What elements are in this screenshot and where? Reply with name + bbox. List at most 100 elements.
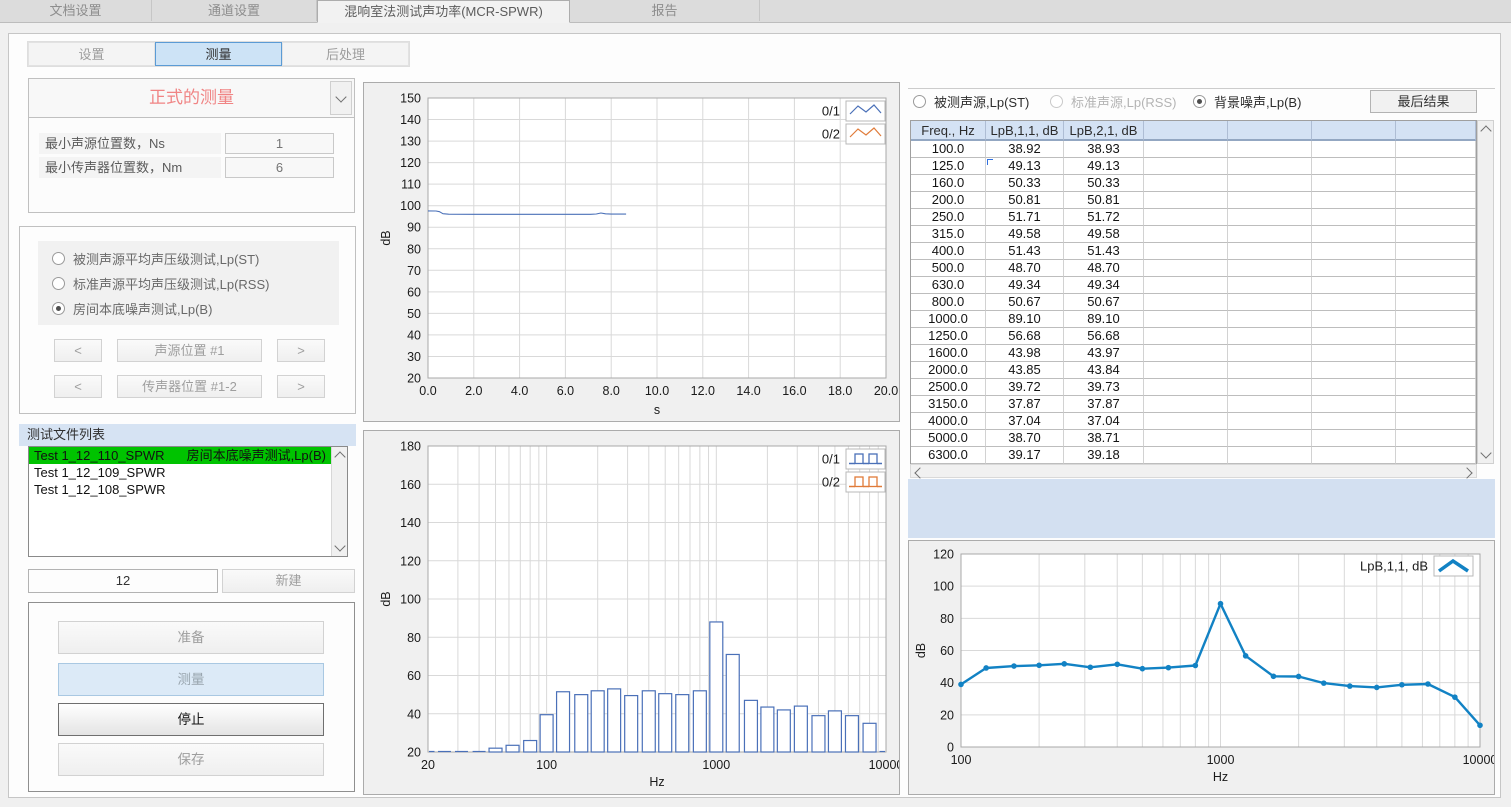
table-cell[interactable] bbox=[1228, 362, 1312, 379]
table-cell[interactable] bbox=[1228, 158, 1312, 175]
table-cell[interactable]: 49.13 bbox=[1064, 158, 1144, 175]
radio-source-lpst[interactable]: 被测声源,Lp(ST) bbox=[913, 92, 1029, 110]
table-cell[interactable]: 37.04 bbox=[986, 413, 1064, 430]
table-cell[interactable] bbox=[1144, 277, 1228, 294]
table-cell[interactable] bbox=[1144, 192, 1228, 209]
table-cell[interactable] bbox=[1144, 430, 1228, 447]
table-cell[interactable] bbox=[1312, 226, 1396, 243]
scroll-left-icon[interactable] bbox=[914, 467, 925, 478]
table-cell[interactable] bbox=[1228, 192, 1312, 209]
table-cell[interactable] bbox=[1228, 226, 1312, 243]
table-cell[interactable]: 125.0 bbox=[911, 158, 986, 175]
table-cell[interactable] bbox=[1396, 243, 1476, 260]
table-cell[interactable]: 48.70 bbox=[986, 260, 1064, 277]
position-prev-button-2[interactable]: < bbox=[54, 375, 102, 398]
list-item-3[interactable]: Test 1_12_108_SPWR bbox=[29, 481, 347, 498]
table-cell[interactable] bbox=[1396, 311, 1476, 328]
table-row[interactable]: 6300.039.1739.18 bbox=[911, 447, 1476, 464]
table-cell[interactable]: 43.97 bbox=[1064, 345, 1144, 362]
position-prev-button-1[interactable]: < bbox=[54, 339, 102, 362]
list-item-2[interactable]: Test 1_12_109_SPWR bbox=[29, 464, 347, 481]
table-cell[interactable]: 50.81 bbox=[986, 192, 1064, 209]
column-header-7[interactable] bbox=[1396, 121, 1476, 141]
last-result-button[interactable]: 最后结果 bbox=[1370, 90, 1477, 113]
scroll-up-icon[interactable] bbox=[332, 447, 347, 464]
table-cell[interactable] bbox=[1144, 345, 1228, 362]
table-cell[interactable]: 800.0 bbox=[911, 294, 986, 311]
table-cell[interactable] bbox=[1396, 430, 1476, 447]
table-cell[interactable] bbox=[1144, 328, 1228, 345]
table-cell[interactable]: 1600.0 bbox=[911, 345, 986, 362]
table-cell[interactable]: 2000.0 bbox=[911, 362, 986, 379]
column-header-2[interactable]: LpB,1,1, dB bbox=[986, 121, 1064, 141]
table-cell[interactable] bbox=[1144, 158, 1228, 175]
table-cell[interactable] bbox=[1396, 447, 1476, 464]
table-cell[interactable] bbox=[1312, 243, 1396, 260]
table-cell[interactable]: 200.0 bbox=[911, 192, 986, 209]
table-cell[interactable]: 56.68 bbox=[1064, 328, 1144, 345]
table-row[interactable]: 500.048.7048.70 bbox=[911, 260, 1476, 277]
table-cell[interactable]: 50.67 bbox=[1064, 294, 1144, 311]
new-button[interactable]: 新建 bbox=[222, 569, 355, 593]
table-cell[interactable] bbox=[1396, 158, 1476, 175]
table-cell[interactable]: 1250.0 bbox=[911, 328, 986, 345]
table-cell[interactable] bbox=[1228, 141, 1312, 158]
table-cell[interactable]: 37.04 bbox=[1064, 413, 1144, 430]
table-cell[interactable]: 5000.0 bbox=[911, 430, 986, 447]
table-cell[interactable]: 56.68 bbox=[986, 328, 1064, 345]
table-cell[interactable]: 630.0 bbox=[911, 277, 986, 294]
table-cell[interactable] bbox=[1144, 294, 1228, 311]
subtab-3[interactable]: 后处理 bbox=[282, 42, 409, 66]
table-hscrollbar[interactable] bbox=[910, 464, 1477, 478]
table-cell[interactable]: 160.0 bbox=[911, 175, 986, 192]
table-cell[interactable] bbox=[1312, 328, 1396, 345]
list-item-1[interactable]: Test 1_12_110_SPWR房间本底噪声测试,Lp(B) bbox=[29, 447, 347, 464]
table-cell[interactable] bbox=[1312, 311, 1396, 328]
table-vscrollbar[interactable] bbox=[1477, 120, 1494, 464]
table-row[interactable]: 400.051.4351.43 bbox=[911, 243, 1476, 260]
table-cell[interactable] bbox=[1396, 175, 1476, 192]
table-row[interactable]: 4000.037.0437.04 bbox=[911, 413, 1476, 430]
table-cell[interactable] bbox=[1228, 447, 1312, 464]
table-cell[interactable]: 3150.0 bbox=[911, 396, 986, 413]
table-cell[interactable]: 49.34 bbox=[986, 277, 1064, 294]
measurement-mode-dropdown[interactable]: 正式的测量 bbox=[28, 78, 355, 118]
table-cell[interactable] bbox=[1144, 141, 1228, 158]
table-cell[interactable] bbox=[1312, 430, 1396, 447]
table-cell[interactable] bbox=[1228, 379, 1312, 396]
table-cell[interactable] bbox=[1312, 379, 1396, 396]
table-cell[interactable]: 39.72 bbox=[986, 379, 1064, 396]
table-cell[interactable]: 100.0 bbox=[911, 141, 986, 158]
table-cell[interactable] bbox=[1144, 226, 1228, 243]
table-cell[interactable] bbox=[1312, 447, 1396, 464]
table-cell[interactable]: 38.93 bbox=[1064, 141, 1144, 158]
table-cell[interactable] bbox=[1396, 209, 1476, 226]
table-cell[interactable] bbox=[1144, 396, 1228, 413]
table-cell[interactable]: 2500.0 bbox=[911, 379, 986, 396]
prepare-button[interactable]: 准备 bbox=[58, 621, 324, 654]
tab-3[interactable]: 混响室法测试声功率(MCR-SPWR) bbox=[317, 0, 570, 23]
table-cell[interactable] bbox=[1228, 430, 1312, 447]
table-cell[interactable]: 50.67 bbox=[986, 294, 1064, 311]
table-cell[interactable]: 89.10 bbox=[986, 311, 1064, 328]
table-cell[interactable] bbox=[1228, 260, 1312, 277]
table-row[interactable]: 1600.043.9843.97 bbox=[911, 345, 1476, 362]
radio-test-type-1[interactable]: 被测声源平均声压级测试,Lp(ST) bbox=[52, 249, 259, 267]
table-cell[interactable] bbox=[1312, 294, 1396, 311]
dropdown-button[interactable] bbox=[330, 81, 352, 115]
table-cell[interactable]: 1000.0 bbox=[911, 311, 986, 328]
table-cell[interactable]: 315.0 bbox=[911, 226, 986, 243]
table-row[interactable]: 3150.037.8737.87 bbox=[911, 396, 1476, 413]
table-cell[interactable] bbox=[1396, 362, 1476, 379]
table-cell[interactable] bbox=[1396, 328, 1476, 345]
save-button[interactable]: 保存 bbox=[58, 743, 324, 776]
table-cell[interactable]: 6300.0 bbox=[911, 447, 986, 464]
table-cell[interactable] bbox=[1396, 192, 1476, 209]
table-cell[interactable]: 51.43 bbox=[986, 243, 1064, 260]
measure-button[interactable]: 测量 bbox=[58, 663, 324, 696]
table-cell[interactable] bbox=[1312, 141, 1396, 158]
scroll-down-icon[interactable] bbox=[1478, 446, 1493, 463]
table-row[interactable]: 250.051.7151.72 bbox=[911, 209, 1476, 226]
table-cell[interactable]: 49.34 bbox=[1064, 277, 1144, 294]
table-cell[interactable] bbox=[1144, 243, 1228, 260]
